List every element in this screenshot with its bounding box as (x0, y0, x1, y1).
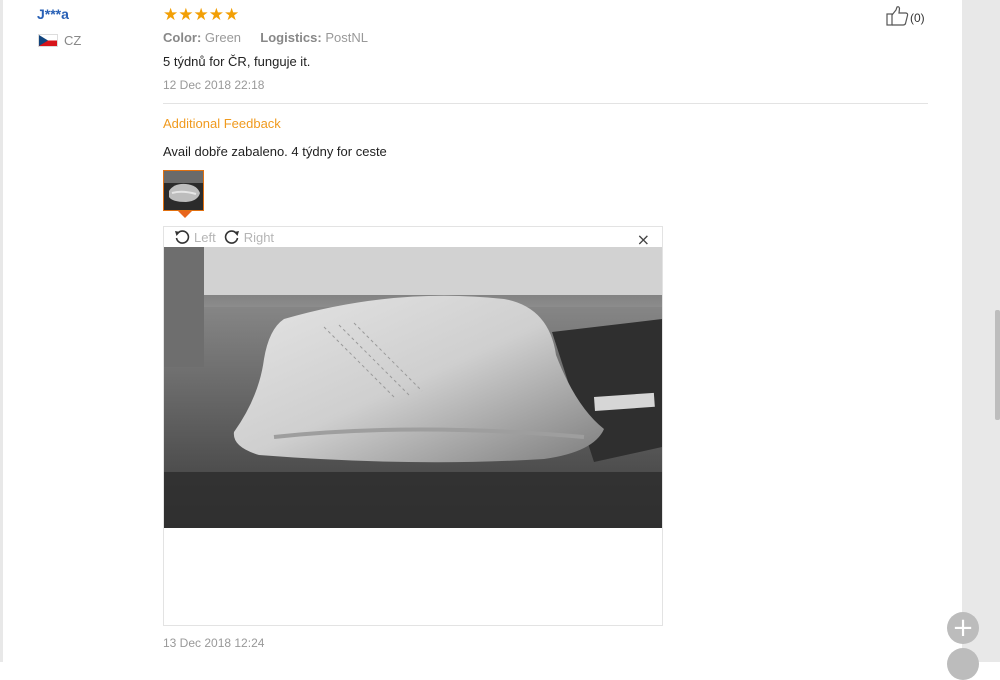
viewer-toolbar: Left Right (174, 229, 282, 245)
color-value: Green (204, 30, 242, 45)
photo-thumbnail[interactable] (163, 170, 204, 211)
rotate-right-icon (224, 230, 239, 244)
thumbnail-pointer (178, 211, 192, 218)
additional-feedback-title: Additional Feedback (163, 116, 281, 131)
reviewer-name[interactable]: J***a (37, 6, 69, 22)
rotate-right-button[interactable]: Right (224, 229, 274, 245)
rotate-left-icon (175, 230, 190, 244)
left-gutter (0, 0, 3, 662)
helpful-button[interactable]: (0) (886, 6, 925, 29)
color-label: Color: (163, 30, 202, 45)
logistics-label: Logistics: (260, 30, 322, 45)
photo-viewer: Left Right × (163, 226, 663, 626)
review-date: 12 Dec 2018 22:18 (163, 78, 265, 92)
rotate-left-button[interactable]: Left (174, 229, 216, 245)
order-info: Color: Green Logistics: PostNL (163, 30, 368, 45)
additional-feedback-text: Avail dobře zabaleno. 4 týdny for ceste (163, 144, 387, 159)
scrollbar-thumb[interactable] (995, 310, 1000, 420)
star-rating: ★★★★★ (163, 5, 240, 24)
review-text: 5 týdnů for ČR, funguje it. (163, 54, 311, 69)
reviewer-country: CZ (38, 33, 81, 48)
country-code: CZ (64, 33, 82, 48)
divider (163, 103, 928, 104)
like-count: (0) (910, 10, 925, 25)
review-photo (164, 247, 662, 528)
additional-feedback-date: 13 Dec 2018 12:24 (163, 636, 265, 650)
flag-cz-icon (38, 34, 58, 47)
logistics-value: PostNL (325, 30, 368, 45)
thumbs-up-icon (886, 6, 910, 29)
rotate-left-label: Left (194, 229, 216, 245)
rotate-right-label: Right (243, 229, 275, 245)
plus-icon[interactable]: + (947, 612, 979, 644)
scroll-top-button[interactable] (947, 648, 979, 680)
